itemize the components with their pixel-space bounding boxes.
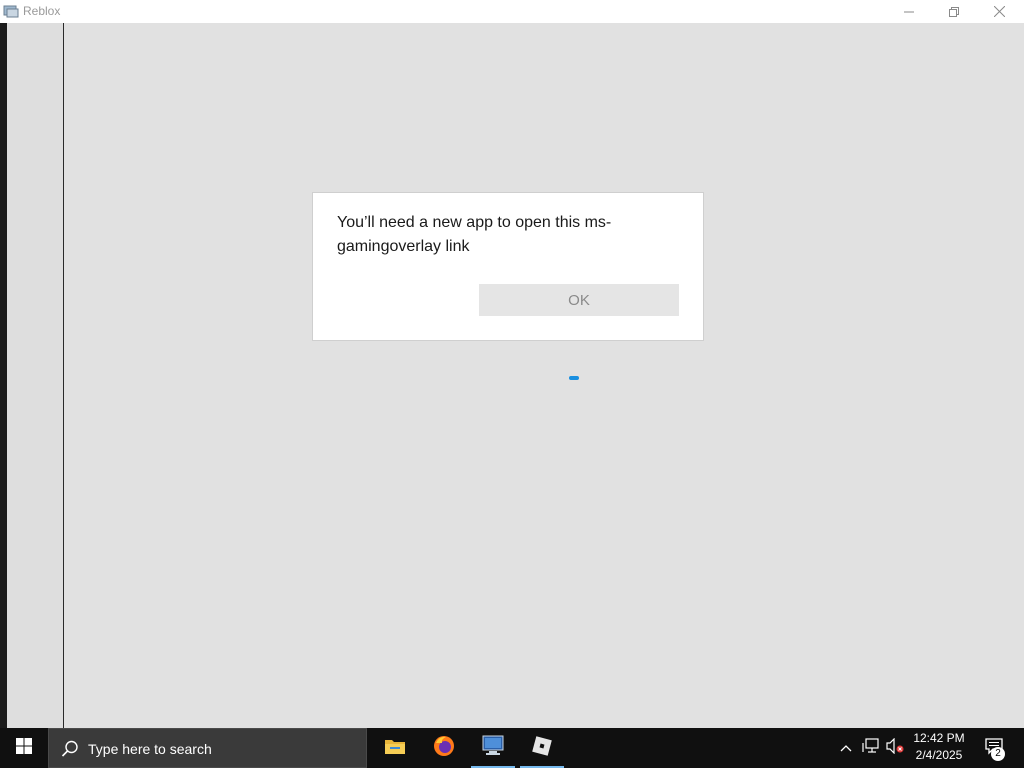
- network-icon: [862, 737, 880, 759]
- open-with-dialog: You’ll need a new app to open this ms-ga…: [312, 192, 704, 341]
- title-bar: Reblox: [0, 0, 1024, 23]
- firefox-icon: [432, 734, 456, 763]
- taskbar-search[interactable]: Type here to search: [48, 728, 367, 768]
- dialog-message: You’ll need a new app to open this ms-ga…: [337, 214, 612, 255]
- volume-muted-icon: [886, 737, 904, 759]
- taskbar-roblox[interactable]: [518, 728, 566, 768]
- loading-indicator: [569, 376, 579, 380]
- side-panel-divider: [63, 23, 64, 728]
- windows-logo-icon: [16, 737, 32, 759]
- minimize-icon: [904, 7, 914, 17]
- app-icon: [3, 4, 19, 18]
- minimize-button[interactable]: [886, 0, 932, 23]
- start-button[interactable]: [0, 728, 48, 768]
- close-icon: [993, 6, 1005, 17]
- search-placeholder: Type here to search: [88, 741, 212, 757]
- window-title: Reblox: [23, 4, 61, 18]
- window-left-edge: [0, 23, 7, 728]
- search-icon: [61, 740, 79, 763]
- taskbar: Type here to search 12:42 PM 2/4/2025 2: [0, 728, 1024, 768]
- restore-icon: [949, 6, 959, 17]
- remote-desktop-icon: [481, 735, 505, 762]
- clock-time: 12:42 PM: [913, 731, 965, 745]
- side-panel: [7, 23, 63, 728]
- ok-button[interactable]: OK: [479, 284, 679, 316]
- notification-count-badge: 2: [991, 747, 1005, 761]
- network-button[interactable]: [860, 728, 882, 768]
- taskbar-file-explorer[interactable]: [371, 728, 419, 768]
- volume-button[interactable]: [884, 728, 906, 768]
- roblox-icon: [531, 735, 553, 762]
- file-explorer-icon: [384, 737, 406, 760]
- chevron-up-icon: [840, 739, 852, 757]
- taskbar-firefox[interactable]: [420, 728, 468, 768]
- clock-date: 2/4/2025: [915, 748, 963, 762]
- restore-button[interactable]: [931, 0, 977, 23]
- taskbar-clock[interactable]: 12:42 PM 2/4/2025: [908, 730, 970, 764]
- show-hidden-icons-button[interactable]: [836, 728, 856, 768]
- close-button[interactable]: [976, 0, 1022, 23]
- taskbar-remote-desktop[interactable]: [469, 728, 517, 768]
